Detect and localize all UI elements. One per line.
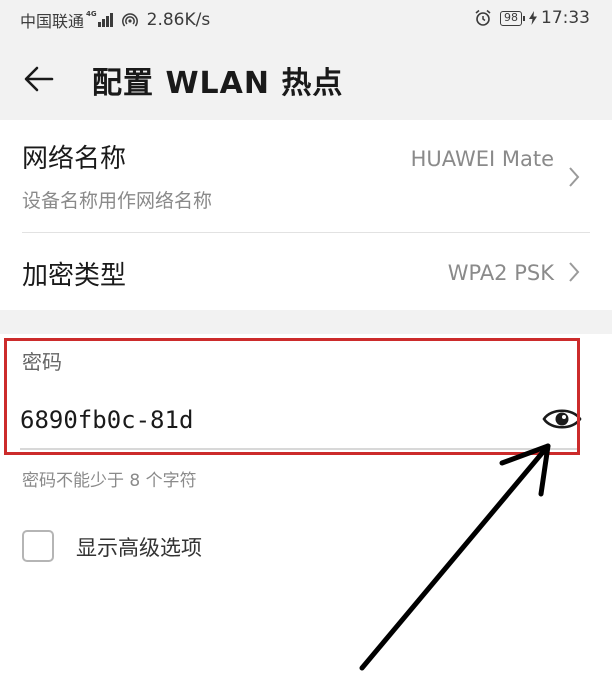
title-bar: 配置 WLAN 热点 [0, 38, 612, 120]
network-name-value: HUAWEI Mate [410, 147, 554, 171]
network-type: 4G [86, 9, 97, 18]
signal-icon [97, 13, 113, 27]
network-name-subtitle: 设备名称用作网络名称 [22, 190, 213, 212]
arrow-left-icon[interactable] [22, 62, 56, 96]
status-bar: 中国联通 4G 2.86K/s 98 17:33 [0, 0, 612, 38]
encryption-type-title: 加密类型 [22, 261, 127, 291]
battery-icon: 98 [500, 10, 525, 26]
chevron-right-icon [569, 167, 580, 187]
alarm-icon [475, 9, 491, 26]
charging-icon [529, 11, 537, 25]
encryption-type-value: WPA2 PSK [447, 261, 554, 285]
page-title: 配置 WLAN 热点 [92, 66, 344, 101]
advanced-options-checkbox[interactable] [22, 530, 54, 562]
highlight-box [4, 338, 580, 455]
advanced-options-label[interactable]: 显示高级选项 [76, 532, 202, 562]
network-speed: 2.86K/s [146, 10, 211, 30]
password-hint: 密码不能少于 8 个字符 [22, 471, 197, 491]
hotspot-icon [121, 13, 138, 27]
section-gap [0, 310, 612, 334]
network-name-title: 网络名称 [22, 144, 127, 174]
network-name-row[interactable]: 网络名称 设备名称用作网络名称 HUAWEI Mate [0, 120, 612, 232]
carrier-name: 中国联通 [20, 12, 85, 31]
encryption-type-row[interactable]: 加密类型 WPA2 PSK [0, 233, 612, 310]
chevron-right-icon [569, 262, 580, 282]
clock: 17:33 [541, 8, 590, 28]
